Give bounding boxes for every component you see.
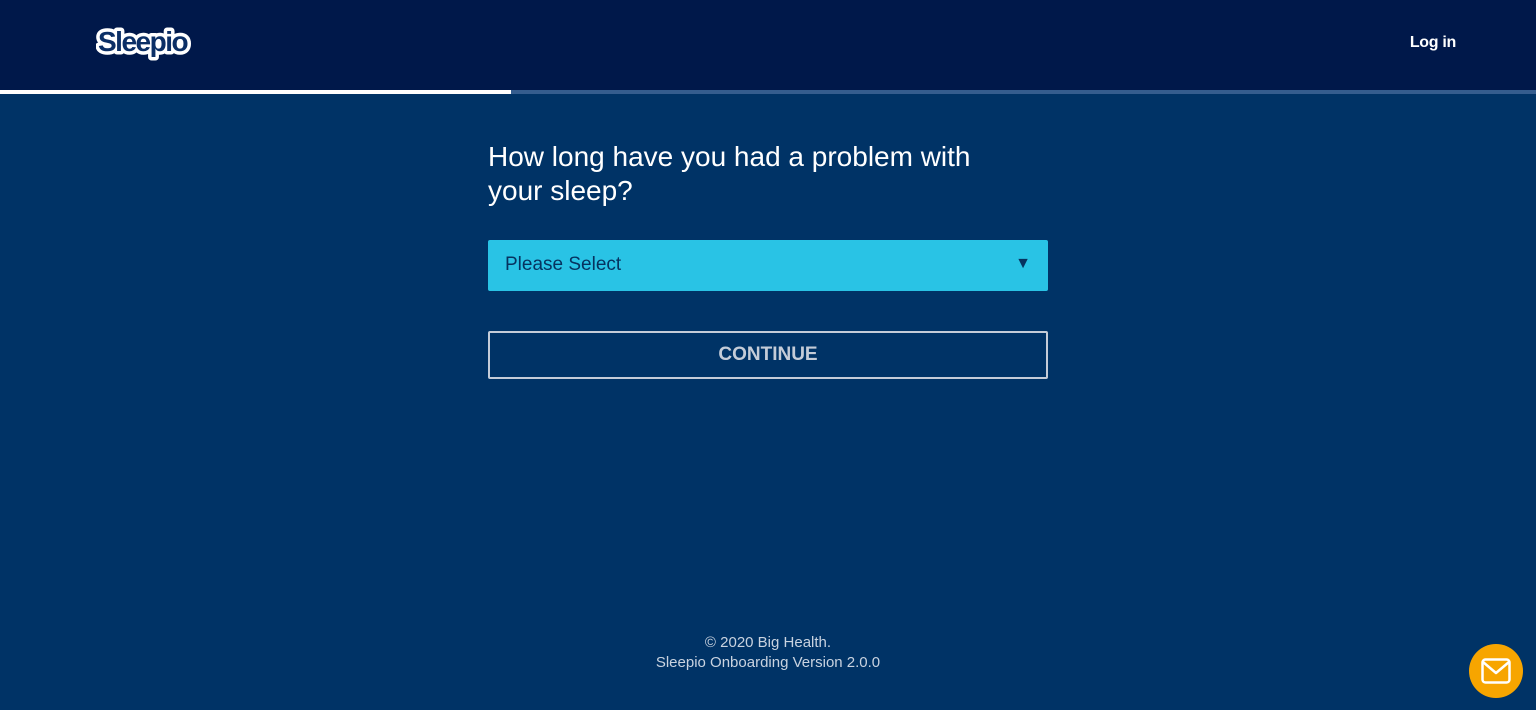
header: Sleepio Sleepio Log in	[0, 0, 1536, 90]
chevron-down-icon: ▼	[1015, 255, 1031, 272]
sleepio-logo[interactable]: Sleepio Sleepio	[95, 22, 206, 66]
copyright-text: © 2020 Big Health.	[704, 634, 832, 651]
login-link[interactable]: Log in	[1410, 34, 1456, 52]
question-form: How long have you had a problem with you…	[488, 140, 1048, 379]
progress-fill	[0, 90, 512, 94]
footer: © 2020 Big Health. Sleepio Onboarding Ve…	[0, 633, 1536, 673]
continue-button[interactable]: CONTINUE	[488, 331, 1048, 379]
mail-icon	[1481, 658, 1511, 684]
duration-select[interactable]: Please Select ▼	[488, 240, 1048, 291]
question-title: How long have you had a problem with you…	[488, 141, 971, 206]
select-value: Please Select	[505, 254, 622, 275]
progress-bar	[0, 90, 1536, 94]
svg-text:Sleepio: Sleepio	[98, 26, 188, 57]
version-text: Sleepio Onboarding Version 2.0.0	[655, 654, 881, 671]
support-chat-button[interactable]	[1469, 644, 1523, 698]
